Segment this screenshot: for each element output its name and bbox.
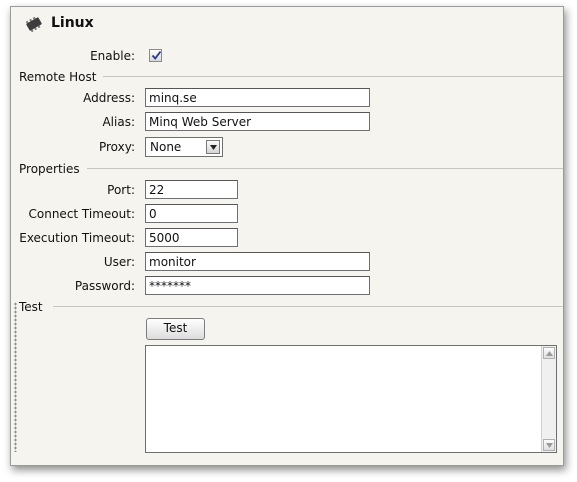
chip-icon [25, 16, 42, 33]
proxy-dropdown-button[interactable] [206, 140, 220, 154]
execution-timeout-label: Execution Timeout: [19, 231, 135, 245]
user-input[interactable] [145, 252, 370, 271]
proxy-select-value: None [150, 140, 182, 154]
scroll-up-icon [546, 351, 553, 356]
password-label: Password: [74, 279, 135, 293]
test-output-area[interactable] [145, 345, 557, 453]
remote-host-section-title: Remote Host [19, 70, 97, 84]
enable-checkbox[interactable] [149, 49, 162, 62]
output-scrollbar[interactable] [541, 346, 556, 452]
remote-host-divider [103, 76, 563, 77]
port-input[interactable] [145, 180, 238, 199]
alias-label: Alias: [102, 115, 135, 129]
properties-section-title: Properties [19, 162, 80, 176]
test-button[interactable]: Test [146, 318, 205, 340]
alias-input[interactable] [145, 112, 370, 131]
page-title: Linux [51, 15, 94, 31]
proxy-label: Proxy: [98, 140, 135, 154]
test-section-title: Test [19, 300, 43, 314]
connect-timeout-label: Connect Timeout: [28, 207, 136, 221]
scroll-up-button[interactable] [543, 347, 555, 359]
connect-timeout-input[interactable] [145, 204, 238, 223]
password-input[interactable] [145, 276, 370, 295]
user-label: User: [103, 255, 135, 269]
port-label: Port: [107, 183, 135, 197]
checkmark-icon [151, 50, 162, 60]
chevron-down-icon [210, 145, 217, 150]
proxy-select[interactable]: None [145, 137, 223, 157]
enable-label: Enable: [90, 49, 135, 63]
test-divider [53, 306, 563, 307]
scroll-down-button[interactable] [543, 439, 555, 451]
scroll-down-icon [546, 443, 553, 448]
address-input[interactable] [145, 88, 370, 107]
execution-timeout-input[interactable] [145, 228, 238, 247]
properties-divider [87, 168, 563, 169]
resize-grip[interactable] [14, 302, 17, 452]
address-label: Address: [83, 91, 135, 105]
